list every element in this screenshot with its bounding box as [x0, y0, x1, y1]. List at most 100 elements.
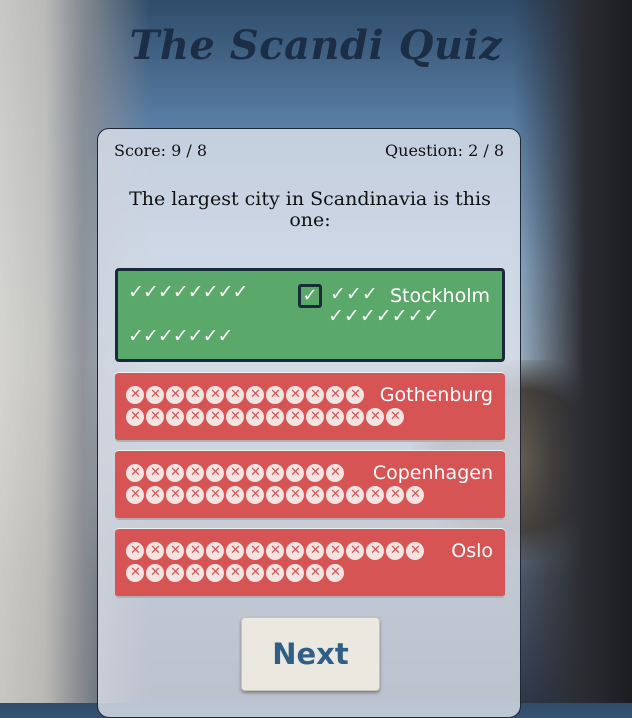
score-display: Score: 9 / 8 [114, 141, 208, 160]
x-circle-icon: ✕ [206, 564, 224, 582]
x-circle-icon: ✕ [146, 564, 164, 582]
x-circle-icon: ✕ [166, 463, 184, 482]
x-circle-icon: ✕ [126, 463, 144, 482]
x-circle-icon: ✕ [386, 541, 404, 560]
x-circle-icon: ✕ [306, 541, 324, 560]
x-circle-icon: ✕ [146, 486, 164, 504]
x-circle-icon: ✕ [266, 486, 284, 504]
check-icon: ✓✓✓✓✓✓✓ [128, 325, 233, 347]
x-circle-icon: ✕ [286, 408, 304, 426]
answer-label: Oslo [451, 540, 493, 562]
x-circle-icon: ✕ [306, 408, 324, 426]
x-circle-icon: ✕ [286, 541, 304, 560]
x-circle-icon: ✕ [126, 564, 144, 582]
x-circle-icon: ✕ [306, 486, 324, 504]
x-circle-icon: ✕ [346, 541, 364, 560]
x-circle-icon: ✕ [326, 385, 344, 404]
x-circle-icon: ✕ [266, 385, 284, 404]
x-circle-icon: ✕ [146, 541, 164, 560]
x-circle-icon: ✕ [306, 385, 324, 404]
x-circle-icon: ✕ [166, 385, 184, 404]
x-circle-icon: ✕ [186, 486, 204, 504]
x-circle-icon: ✕ [346, 408, 364, 426]
answer-option-gothenburg[interactable]: ✕ ✕ ✕ ✕ ✕ ✕ ✕ ✕ ✕ ✕ ✕ ✕ ✕ ✕ ✕ ✕ ✕ ✕ ✕ ✕ ✕ ✕ ✕ ✕ ✕ ✕ Gothenburg [115, 372, 505, 442]
x-circle-icon: ✕ [306, 564, 324, 582]
x-circle-icon: ✕ [206, 463, 224, 482]
x-circle-icon: ✕ [206, 408, 224, 426]
question-counter: Question: 2 / 8 [385, 141, 504, 160]
x-circle-icon: ✕ [226, 385, 244, 404]
x-circle-icon: ✕ [266, 408, 284, 426]
check-icon: ✓✓✓✓✓✓✓ [328, 305, 440, 327]
x-circle-icon: ✕ [386, 486, 404, 504]
x-circle-icon: ✕ [286, 564, 304, 582]
x-circle-icon: ✕ [326, 408, 344, 426]
x-circle-icon: ✕ [246, 385, 264, 404]
check-icon: ✓✓✓ [330, 283, 378, 305]
next-button[interactable]: Next [241, 617, 380, 691]
x-circle-icon: ✕ [206, 385, 224, 404]
x-circle-icon: ✕ [246, 408, 264, 426]
x-circle-icon: ✕ [126, 385, 144, 404]
x-circle-icon: ✕ [266, 564, 284, 582]
x-circle-icon: ✕ [286, 385, 304, 404]
selected-check-icon: ✓ [298, 284, 322, 308]
x-circle-icon: ✕ [406, 541, 424, 560]
x-circle-icon: ✕ [126, 486, 144, 504]
x-circle-icon: ✕ [326, 564, 344, 582]
x-circle-icon: ✕ [166, 408, 184, 426]
x-circle-icon: ✕ [366, 408, 384, 426]
quiz-panel: Score: 9 / 8 Question: 2 / 8 The largest… [97, 128, 521, 718]
answer-option-copenhagen[interactable]: ✕ ✕ ✕ ✕ ✕ ✕ ✕ ✕ ✕ ✕ ✕ ✕ ✕ ✕ ✕ ✕ ✕ ✕ ✕ ✕ ✕ ✕ ✕ ✕ ✕ ✕ Copenhagen [115, 450, 505, 520]
answer-option-oslo[interactable]: ✕ ✕ ✕ ✕ ✕ ✕ ✕ ✕ ✕ ✕ ✕ ✕ ✕ ✕ ✕ ✕ ✕ ✕ ✕ ✕ ✕ ✕ ✕ ✕ ✕ ✕ Oslo [115, 528, 505, 598]
x-circle-icon: ✕ [246, 541, 264, 560]
x-circle-icon: ✕ [326, 463, 344, 482]
x-circle-icon: ✕ [246, 564, 264, 582]
x-circle-icon: ✕ [226, 408, 244, 426]
x-circle-icon: ✕ [126, 541, 144, 560]
x-icon-row: ✕ ✕ ✕ ✕ ✕ ✕ ✕ ✕ ✕ ✕ ✕ ✕ ✕ ✕ ✕ ✕ ✕ ✕ ✕ ✕ ✕ ✕ ✕ ✕ ✕ ✕ [125, 539, 495, 584]
answer-option-stockholm[interactable]: ✓✓✓✓✓✓✓✓ ✓✓✓✓✓✓✓ ✓ ✓✓✓ ✓✓✓✓✓✓✓ Stockholm [115, 268, 505, 362]
x-circle-icon: ✕ [146, 463, 164, 482]
x-circle-icon: ✕ [266, 541, 284, 560]
x-circle-icon: ✕ [346, 385, 364, 404]
x-circle-icon: ✕ [166, 564, 184, 582]
x-circle-icon: ✕ [286, 463, 304, 482]
x-circle-icon: ✕ [366, 486, 384, 504]
x-circle-icon: ✕ [286, 486, 304, 504]
x-circle-icon: ✕ [326, 541, 344, 560]
x-circle-icon: ✕ [126, 408, 144, 426]
x-circle-icon: ✕ [226, 541, 244, 560]
x-circle-icon: ✕ [166, 541, 184, 560]
x-circle-icon: ✕ [246, 463, 264, 482]
question-text: The largest city in Scandinavia is this … [129, 188, 491, 231]
x-circle-icon: ✕ [306, 463, 324, 482]
x-circle-icon: ✕ [326, 486, 344, 504]
x-circle-icon: ✕ [226, 486, 244, 504]
x-circle-icon: ✕ [186, 408, 204, 426]
x-circle-icon: ✕ [206, 541, 224, 560]
answer-label: Copenhagen [372, 462, 493, 484]
x-circle-icon: ✕ [146, 385, 164, 404]
x-circle-icon: ✕ [386, 408, 404, 426]
check-icon: ✓✓✓✓✓✓✓✓ [128, 281, 248, 303]
x-circle-icon: ✕ [186, 463, 204, 482]
x-circle-icon: ✕ [226, 564, 244, 582]
x-circle-icon: ✕ [206, 486, 224, 504]
x-circle-icon: ✕ [406, 486, 424, 504]
x-circle-icon: ✕ [186, 564, 204, 582]
x-circle-icon: ✕ [246, 486, 264, 504]
x-circle-icon: ✕ [346, 486, 364, 504]
x-circle-icon: ✕ [186, 385, 204, 404]
app-title: The Scandi Quiz [129, 22, 503, 69]
check-icon [128, 303, 134, 325]
x-circle-icon: ✕ [146, 408, 164, 426]
answer-label: Gothenburg [379, 384, 493, 406]
x-circle-icon: ✕ [366, 541, 384, 560]
x-circle-icon: ✕ [226, 463, 244, 482]
x-circle-icon: ✕ [186, 541, 204, 560]
x-circle-icon: ✕ [266, 463, 284, 482]
x-circle-icon: ✕ [166, 486, 184, 504]
background-curtain-right [512, 0, 632, 703]
answer-label: Stockholm [389, 285, 490, 307]
